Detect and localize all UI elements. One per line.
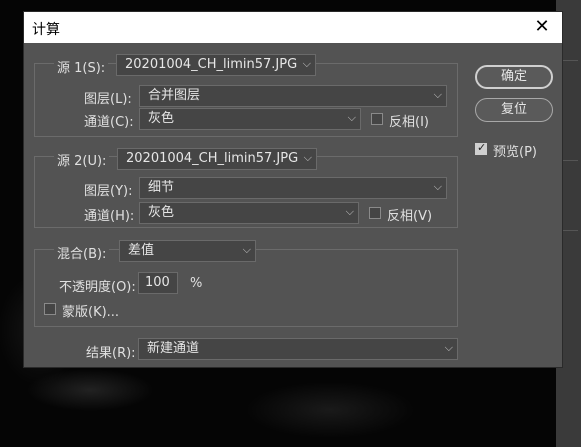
chevron-down-icon: ⌵ bbox=[303, 151, 312, 164]
source1-invert-checkbox[interactable] bbox=[371, 113, 383, 125]
reset-button[interactable]: 复位 bbox=[475, 98, 553, 122]
ok-button[interactable]: 确定 bbox=[475, 65, 553, 89]
source1-channel-value: 灰色 bbox=[148, 111, 175, 126]
chevron-down-icon: ⌵ bbox=[302, 57, 311, 70]
result-select[interactable]: 新建通道 ⌵ bbox=[138, 338, 458, 360]
blending-mode-value: 差值 bbox=[128, 243, 155, 258]
close-icon[interactable]: ✕ bbox=[532, 16, 552, 37]
dialog-title: 计算 bbox=[32, 22, 60, 38]
source1-file-value: 20201004_CH_limin57.JPG bbox=[125, 57, 298, 72]
source2-layer-label: 图层(Y): bbox=[84, 184, 133, 199]
opacity-unit: % bbox=[190, 276, 203, 291]
source1-label: 源 1(S): bbox=[54, 57, 109, 76]
source2-layer-value: 细节 bbox=[148, 180, 175, 195]
chevron-down-icon: ⌵ bbox=[347, 111, 356, 124]
opacity-input[interactable]: 100 bbox=[138, 272, 178, 294]
source1-channel-select[interactable]: 灰色 ⌵ bbox=[139, 108, 361, 130]
calculations-dialog: 计算 ✕ 源 1(S): 20201004_CH_limin57.JPG ⌵ 图… bbox=[23, 11, 563, 368]
chevron-down-icon: ⌵ bbox=[433, 180, 442, 193]
source1-layer-label: 图层(L): bbox=[84, 92, 132, 107]
source2-invert-checkbox[interactable] bbox=[369, 207, 381, 219]
preview-label[interactable]: 预览(P) bbox=[493, 141, 537, 160]
source1-invert-label[interactable]: 反相(I) bbox=[389, 111, 429, 130]
chevron-down-icon: ⌵ bbox=[345, 205, 354, 218]
chevron-down-icon: ⌵ bbox=[433, 88, 442, 101]
chevron-down-icon: ⌵ bbox=[444, 341, 453, 354]
source1-channel-label: 通道(C): bbox=[84, 115, 134, 130]
result-label: 结果(R): bbox=[86, 346, 136, 361]
source1-layer-value: 合并图层 bbox=[148, 88, 201, 103]
source2-channel-label: 通道(H): bbox=[84, 209, 135, 224]
mask-checkbox[interactable] bbox=[44, 303, 56, 315]
source2-label: 源 2(U): bbox=[54, 150, 110, 169]
source2-layer-select[interactable]: 细节 ⌵ bbox=[139, 177, 447, 199]
result-value: 新建通道 bbox=[147, 341, 200, 356]
source2-file-select[interactable]: 20201004_CH_limin57.JPG ⌵ bbox=[117, 148, 317, 170]
source2-channel-value: 灰色 bbox=[148, 205, 175, 220]
title-bar: 计算 ✕ bbox=[24, 12, 562, 43]
preview-checkbox[interactable] bbox=[475, 141, 487, 155]
source2-invert-label[interactable]: 反相(V) bbox=[387, 205, 432, 224]
blending-label: 混合(B): bbox=[54, 243, 110, 262]
blending-mode-select[interactable]: 差值 ⌵ bbox=[119, 240, 256, 262]
opacity-label: 不透明度(O): bbox=[59, 280, 136, 295]
source2-file-value: 20201004_CH_limin57.JPG bbox=[126, 151, 299, 166]
mask-label[interactable]: 蒙版(K)... bbox=[62, 301, 119, 320]
source1-file-select[interactable]: 20201004_CH_limin57.JPG ⌵ bbox=[116, 54, 316, 76]
chevron-down-icon: ⌵ bbox=[242, 243, 251, 256]
source2-channel-select[interactable]: 灰色 ⌵ bbox=[139, 202, 359, 224]
source1-layer-select[interactable]: 合并图层 ⌵ bbox=[139, 85, 447, 107]
